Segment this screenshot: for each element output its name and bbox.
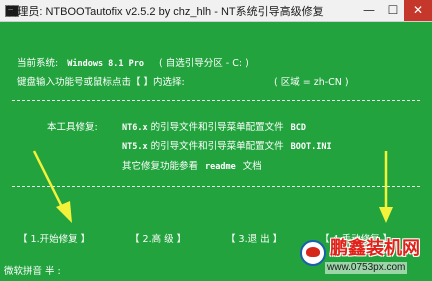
ime-status: 微软拼音 半 : [4, 266, 61, 277]
feature1-version: NT6.x [122, 123, 148, 133]
watermark-title: 鹏鑫装机网 [330, 238, 420, 259]
close-button[interactable]: ✕ [404, 0, 432, 21]
system-value: Windows 8.1 Pro [67, 59, 144, 69]
title-bar[interactable]: 管理员: NTBOOTautofix v2.5.2 by chz_hlh - N… [0, 0, 432, 22]
prompt-line: 键盘输入功能号或鼠标点击【 】内选择: [17, 77, 185, 89]
system-info-line: 当前系统: Windows 8.1 Pro ( 自选引导分区 - C: ) [17, 58, 249, 70]
console-window: 管理员: NTBOOTautofix v2.5.2 by chz_hlh - N… [0, 0, 432, 281]
window-title: 管理员: NTBOOTautofix v2.5.2 by chz_hlh - N… [6, 6, 324, 18]
feature3-suffix: 文档 [242, 161, 262, 172]
feature-line-nt6: NT6.x 的引导文件和引导菜单配置文件 BCD [122, 122, 306, 134]
system-label: 当前系统: [17, 58, 59, 69]
region-text: ( 区域 = zh-CN ) [274, 77, 349, 88]
feature2-text: 的引导文件和引导菜单配置文件 [150, 141, 284, 152]
feature3-text: 其它修复功能参看 [122, 161, 199, 172]
arrow-to-manual-icon [379, 151, 393, 223]
minimize-button[interactable]: — [356, 0, 382, 21]
feature-line-other: 其它修复功能参看 readme 文档 [122, 161, 262, 173]
feature-line-nt5: NT5.x 的引导文件和引导菜单配置文件 BOOT.INI [122, 141, 332, 153]
features-title: 本工具修复: [47, 122, 98, 133]
menu-exit[interactable]: 【 3.退 出 】 [226, 234, 282, 246]
top-separator [12, 100, 420, 101]
prompt-text: 键盘输入功能号或鼠标点击【 】内选择: [17, 77, 185, 88]
menu-advanced[interactable]: 【 2.高 级 】 [130, 234, 186, 246]
feature2-file: BOOT.INI [290, 142, 332, 152]
feature2-version: NT5.x [122, 142, 148, 152]
region-info: ( 区域 = zh-CN ) [274, 77, 349, 89]
watermark-logo-icon [300, 240, 326, 266]
menu-start-repair[interactable]: 【 1.开始修复 】 [18, 234, 90, 246]
feature1-text: 的引导文件和引导菜单配置文件 [150, 122, 284, 133]
feature3-file: readme [205, 162, 236, 172]
feature1-file: BCD [290, 123, 307, 133]
auto-partition-option[interactable]: ( 自选引导分区 - C: ) [159, 58, 249, 69]
maximize-button[interactable]: ☐ [380, 0, 406, 21]
arrow-to-start-icon [32, 150, 72, 223]
watermark-url: www.0753px.com [325, 262, 408, 274]
